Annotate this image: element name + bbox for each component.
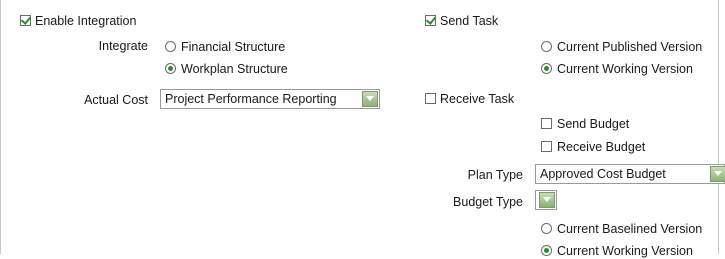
budget-type-label: Budget Type xyxy=(453,195,523,209)
chevron-down-icon[interactable] xyxy=(539,192,555,208)
radio-current-published-version-label: Current Published Version xyxy=(557,40,703,54)
plan-type-value: Approved Cost Budget xyxy=(540,167,666,181)
radio-workplan-structure[interactable] xyxy=(165,63,176,74)
check-icon xyxy=(20,14,32,25)
radio-dot-icon xyxy=(544,66,549,71)
radio-current-baselined-version[interactable] xyxy=(541,223,552,234)
plan-type-select[interactable]: Approved Cost Budget xyxy=(535,164,725,184)
integrate-label: Integrate xyxy=(98,39,148,53)
radio-dot-icon xyxy=(168,66,173,71)
radio-workplan-structure-label: Workplan Structure xyxy=(181,62,288,76)
radio-receive-current-working-version[interactable] xyxy=(541,245,552,256)
receive-budget-label: Receive Budget xyxy=(557,140,646,154)
send-task-checkbox[interactable] xyxy=(425,14,437,26)
actual-cost-select[interactable]: Project Performance Reporting xyxy=(160,89,380,109)
chevron-down-icon[interactable] xyxy=(362,91,378,107)
enable-integration-label: Enable Integration xyxy=(35,14,137,28)
radio-send-current-working-version[interactable] xyxy=(541,63,552,74)
send-task-label: Send Task xyxy=(440,14,499,28)
enable-integration-checkbox[interactable] xyxy=(20,14,32,26)
send-budget-checkbox[interactable] xyxy=(541,118,552,129)
chevron-down-icon[interactable] xyxy=(710,166,725,182)
actual-cost-value: Project Performance Reporting xyxy=(165,92,337,106)
send-budget-label: Send Budget xyxy=(557,117,630,131)
radio-dot-icon xyxy=(544,248,549,253)
radio-current-published-version[interactable] xyxy=(541,41,552,52)
radio-current-baselined-version-label: Current Baselined Version xyxy=(557,222,703,236)
radio-financial-structure-label: Financial Structure xyxy=(181,40,286,54)
actual-cost-label: Actual Cost xyxy=(84,93,148,107)
budget-type-select[interactable] xyxy=(535,190,557,210)
radio-receive-current-working-version-label: Current Working Version xyxy=(557,244,693,258)
receive-budget-checkbox[interactable] xyxy=(541,141,552,152)
check-icon xyxy=(425,14,437,25)
radio-send-current-working-version-label: Current Working Version xyxy=(557,62,693,76)
receive-task-label: Receive Task xyxy=(440,92,515,106)
plan-type-label: Plan Type xyxy=(467,168,523,182)
radio-financial-structure[interactable] xyxy=(165,41,176,52)
receive-task-checkbox[interactable] xyxy=(425,93,436,104)
